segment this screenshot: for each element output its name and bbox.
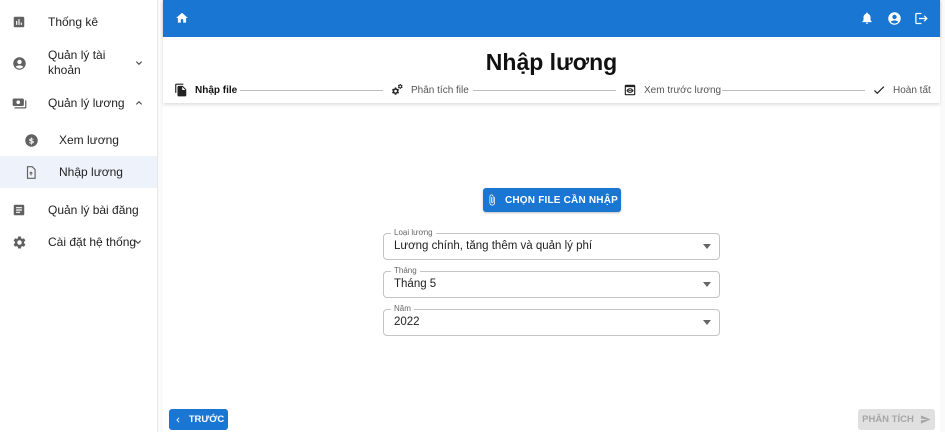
- analyze-label: PHÂN TÍCH: [862, 414, 914, 425]
- analyze-button[interactable]: PHÂN TÍCH: [858, 409, 935, 430]
- sidebar-item-label: Nhập lương: [59, 164, 123, 179]
- year-value: 2022: [394, 316, 420, 328]
- bar-chart-icon: [11, 14, 27, 30]
- preview-icon: [623, 83, 637, 97]
- file-copy-icon: [174, 83, 188, 97]
- sidebar-item-system-settings[interactable]: Cài đặt hệ thống: [0, 230, 157, 254]
- payments-icon: [11, 95, 27, 111]
- step-connector: [722, 90, 865, 91]
- sidebar: Thống kê Quản lý tài khoản Quản lý lương: [0, 0, 158, 432]
- file-upload-icon: [23, 164, 39, 180]
- sidebar-item-label: Cài đặt hệ thống: [48, 234, 137, 249]
- step-connector: [240, 90, 383, 91]
- sidebar-item-label: Quản lý bài đăng: [48, 202, 139, 217]
- dropdown-arrow-icon: [703, 282, 711, 287]
- import-salary-panel: Nhập lương Nhập file Phân tích file Xem …: [163, 37, 940, 432]
- chevron-down-icon: [132, 236, 144, 248]
- dollar-circle-icon: $: [23, 132, 39, 148]
- step-connector: [473, 90, 616, 91]
- month-label: Tháng: [391, 266, 420, 276]
- top-app-bar: [163, 0, 940, 37]
- step-label: Phân tích file: [411, 84, 469, 96]
- app-root: Thống kê Quản lý tài khoản Quản lý lương: [0, 0, 945, 432]
- page-title: Nhập lương: [485, 49, 618, 75]
- chevron-up-icon: [133, 97, 145, 109]
- sidebar-item-label: Thống kê: [48, 14, 99, 29]
- step-preview-salary: Xem trước lương: [623, 83, 721, 97]
- step-import-file: Nhập file: [174, 83, 237, 97]
- send-icon: [920, 414, 931, 425]
- sidebar-item-label: Xem lương: [59, 132, 119, 147]
- month-select[interactable]: Tháng Tháng 5: [383, 266, 720, 298]
- chevron-left-icon: [173, 415, 183, 425]
- gear-icon: [11, 234, 27, 250]
- salary-type-value: Lương chính, tăng thêm và quản lý phí: [394, 240, 593, 252]
- sidebar-item-label: Quản lý tài khoản: [48, 48, 106, 77]
- back-button[interactable]: TRƯỚC: [169, 409, 228, 430]
- choose-file-label: CHỌN FILE CẦN NHẬP: [504, 194, 619, 206]
- step-label: Nhập file: [195, 84, 238, 96]
- sidebar-item-view-salary[interactable]: $ Xem lương: [0, 128, 157, 152]
- dropdown-arrow-icon: [703, 320, 711, 325]
- sidebar-item-statistics[interactable]: Thống kê: [0, 10, 157, 34]
- step-label: Hoàn tất: [893, 84, 931, 96]
- account-circle-icon[interactable]: [886, 10, 902, 26]
- salary-type-label: Loại lương: [391, 228, 436, 238]
- paperclip-icon: [486, 194, 498, 206]
- account-circle-icon: [11, 55, 27, 71]
- back-label: TRƯỚC: [188, 414, 225, 425]
- year-select[interactable]: Năm 2022: [383, 304, 720, 336]
- sidebar-item-salary-management[interactable]: Quản lý lương: [0, 91, 157, 115]
- chevron-down-icon: [133, 57, 145, 69]
- dropdown-arrow-icon: [703, 244, 711, 249]
- salary-type-select[interactable]: Loại lương Lương chính, tăng thêm và quả…: [383, 228, 720, 260]
- month-value: Tháng 5: [394, 278, 437, 290]
- sidebar-item-import-salary[interactable]: Nhập lương: [0, 156, 157, 188]
- step-label: Xem trước lương: [644, 84, 722, 96]
- year-label: Năm: [391, 304, 414, 314]
- sidebar-item-label: Quản lý lương: [48, 95, 125, 110]
- stepper-header: Nhập lương Nhập file Phân tích file Xem …: [163, 37, 940, 103]
- article-icon: [11, 202, 27, 218]
- svg-text:$: $: [28, 135, 34, 145]
- sidebar-item-account-management[interactable]: Quản lý tài khoản: [0, 46, 157, 80]
- step-analyze-file: Phân tích file: [390, 83, 469, 97]
- gears-icon: [390, 83, 404, 97]
- choose-file-button[interactable]: CHỌN FILE CẦN NHẬP: [483, 188, 621, 212]
- sidebar-item-post-management[interactable]: Quản lý bài đăng: [0, 198, 157, 222]
- home-icon[interactable]: [174, 10, 190, 26]
- check-icon: [872, 83, 886, 97]
- bell-icon[interactable]: [859, 10, 875, 26]
- step-complete: Hoàn tất: [872, 83, 931, 97]
- logout-icon[interactable]: [913, 10, 929, 26]
